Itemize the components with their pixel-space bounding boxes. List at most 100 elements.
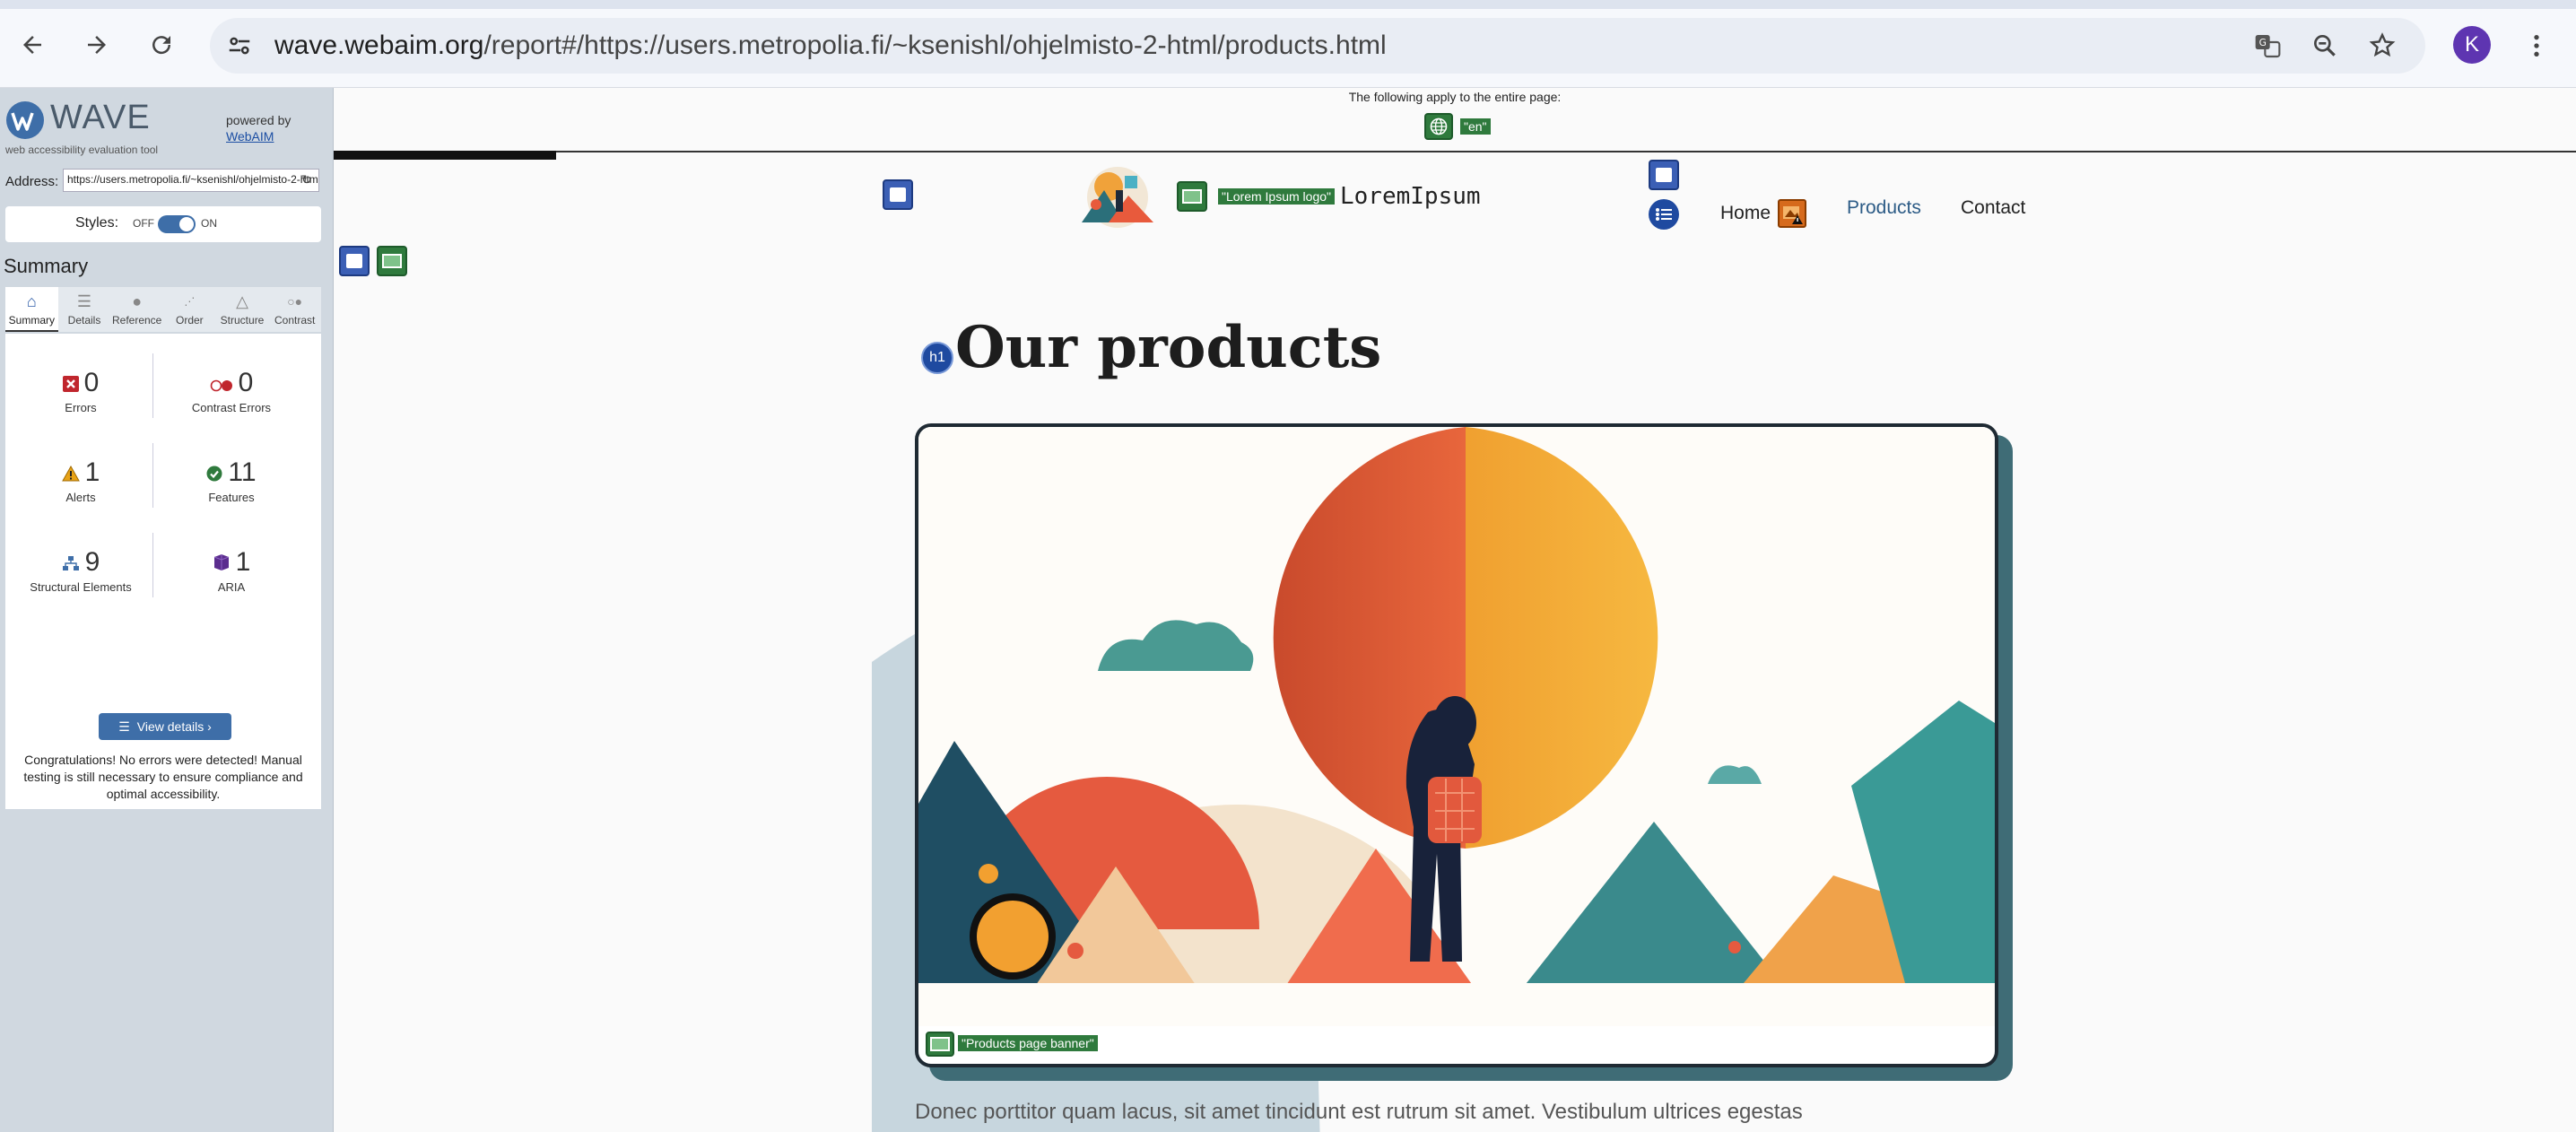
stat-alerts[interactable]: 1 Alerts xyxy=(9,457,152,504)
url-text[interactable]: wave.webaim.org/report#/https://users.me… xyxy=(274,27,1387,65)
errors-label: Errors xyxy=(65,401,97,415)
view-details-label: View details › xyxy=(136,719,212,734)
address-label: Address: xyxy=(5,174,59,189)
powered-by-label: powered by xyxy=(226,113,292,127)
feature-check-icon xyxy=(206,458,222,489)
structure-tree-icon xyxy=(62,548,80,579)
header-region-icon[interactable] xyxy=(883,179,913,210)
order-icon: ⋰ xyxy=(184,295,196,308)
wave-sidebar: WAVE web accessibility evaluation tool p… xyxy=(0,88,334,1132)
site-info-icon[interactable] xyxy=(221,27,258,65)
stat-features[interactable]: 11 Features xyxy=(160,457,303,504)
structural-label: Structural Elements xyxy=(30,580,132,595)
info-icon: ● xyxy=(132,292,143,310)
tab-label: Order xyxy=(176,314,204,327)
image-glyph xyxy=(1182,189,1202,204)
entire-page-icons: "en" xyxy=(1424,113,1491,140)
h1-structure-icon[interactable]: h1 xyxy=(921,342,953,374)
tab-details[interactable]: ☰ Details xyxy=(58,287,111,332)
site-logo-image xyxy=(1082,167,1153,228)
tab-label: Structure xyxy=(220,314,265,327)
nav-region-icon[interactable] xyxy=(1649,160,1679,190)
url-host: wave.webaim.org xyxy=(274,30,484,60)
zoom-icon[interactable] xyxy=(2304,25,2345,66)
tab-strip-edge xyxy=(0,0,2576,9)
stat-errors[interactable]: 0 Errors xyxy=(9,368,152,414)
list-icon: ☰ xyxy=(118,718,130,734)
tab-label: Reference xyxy=(111,314,162,327)
divider xyxy=(334,151,2576,152)
divider xyxy=(152,443,153,508)
lang-label: "en" xyxy=(1460,118,1491,135)
features-count: 11 xyxy=(228,457,257,487)
list-icon: ☰ xyxy=(76,292,92,310)
error-icon xyxy=(62,369,79,399)
tab-summary[interactable]: ⌂ Summary xyxy=(5,287,58,332)
styles-label: Styles: xyxy=(75,215,119,231)
alert-image-icon[interactable] xyxy=(1778,199,1806,228)
wave-tabs: ⌂ Summary ☰ Details ● Reference ⋰ Order △ Str… xyxy=(5,287,321,332)
stat-contrast-errors[interactable]: 0 Contrast Errors xyxy=(160,368,303,414)
wave-subtitle: web accessibility evaluation tool xyxy=(5,144,159,156)
summary-panel: 0 Errors 0 Contrast Errors 1 Alerts 11 F… xyxy=(5,334,321,809)
region-glyph xyxy=(1656,168,1672,182)
view-details-button[interactable]: ☰ View details › xyxy=(99,713,231,740)
main-region-icon[interactable] xyxy=(339,246,370,276)
tab-label: Contrast xyxy=(274,314,316,327)
contrast-errors-label: Contrast Errors xyxy=(191,401,272,415)
styles-on-label: ON xyxy=(201,217,217,230)
skip-glyph xyxy=(382,254,402,268)
divider xyxy=(152,533,153,597)
nav-link-contact[interactable]: Contact xyxy=(1961,197,2025,219)
region-glyph xyxy=(890,187,906,202)
unordered-list-icon[interactable] xyxy=(1649,199,1679,230)
forward-arrow-icon[interactable] xyxy=(77,25,117,65)
banner-image-alt-icon[interactable] xyxy=(926,1032,954,1057)
wave-logo-icon xyxy=(6,101,44,139)
banner-illustration xyxy=(918,427,1995,1026)
summary-heading: Summary xyxy=(4,255,89,277)
alerts-count: 1 xyxy=(84,457,100,487)
address-input[interactable]: https://users.metropolia.fi/~ksenishl/oh… xyxy=(63,169,319,192)
banner-alt-label: "Products page banner" xyxy=(958,1035,1098,1051)
entire-page-note: The following apply to the entire page: xyxy=(1348,90,1562,104)
refresh-icon[interactable]: ↻ xyxy=(301,172,318,188)
translate-icon[interactable]: G xyxy=(2247,25,2288,66)
aria-icon xyxy=(213,548,231,579)
body-paragraph: Donec porttitor quam lacus, sit amet tin… xyxy=(915,1100,1803,1124)
contrast-icon: ○● xyxy=(287,294,303,309)
styles-toggle[interactable] xyxy=(158,215,196,233)
profile-avatar[interactable]: K xyxy=(2453,26,2491,64)
products-banner: "Products page banner" xyxy=(915,423,1998,1067)
contrast-error-icon xyxy=(210,369,233,399)
wave-title: WAVE xyxy=(50,99,151,136)
report-page: The following apply to the entire page: … xyxy=(334,88,2576,1132)
logo-image-alt-icon[interactable] xyxy=(1177,181,1207,212)
tab-structure[interactable]: △ Structure xyxy=(216,287,269,332)
back-arrow-icon[interactable] xyxy=(13,25,52,65)
tab-reference[interactable]: ● Reference xyxy=(110,287,163,332)
tab-contrast[interactable]: ○● Contrast xyxy=(268,287,321,332)
alerts-label: Alerts xyxy=(65,491,96,505)
browser-toolbar: wave.webaim.org/report#/https://users.me… xyxy=(0,0,2576,88)
congratulations-message: Congratulations! No errors were detected… xyxy=(23,753,303,801)
stat-aria[interactable]: 1 ARIA xyxy=(160,547,303,594)
reload-icon[interactable] xyxy=(142,25,181,65)
nav-link-home[interactable]: Home xyxy=(1720,203,1771,224)
tab-order[interactable]: ⋰ Order xyxy=(163,287,216,332)
styles-toggle-box: Styles: OFF ON xyxy=(5,206,321,242)
skip-link-icon[interactable] xyxy=(377,246,407,276)
language-globe-icon[interactable] xyxy=(1424,113,1453,140)
aria-count: 1 xyxy=(235,547,251,577)
structural-count: 9 xyxy=(84,547,100,577)
image-glyph xyxy=(930,1037,950,1051)
home-icon: ⌂ xyxy=(26,292,37,310)
aria-label: ARIA xyxy=(217,580,246,595)
webaim-link[interactable]: WebAIM xyxy=(226,129,274,144)
nav-link-products[interactable]: Products xyxy=(1847,197,1921,219)
menu-dots-icon[interactable] xyxy=(2516,25,2557,66)
bookmark-star-icon[interactable] xyxy=(2362,25,2403,66)
url-path: /report#/https://users.metropolia.fi/~ks… xyxy=(483,30,1387,60)
site-logo-text[interactable]: LoremIpsum xyxy=(1340,183,1481,210)
stat-structural-elements[interactable]: 9 Structural Elements xyxy=(9,547,152,594)
